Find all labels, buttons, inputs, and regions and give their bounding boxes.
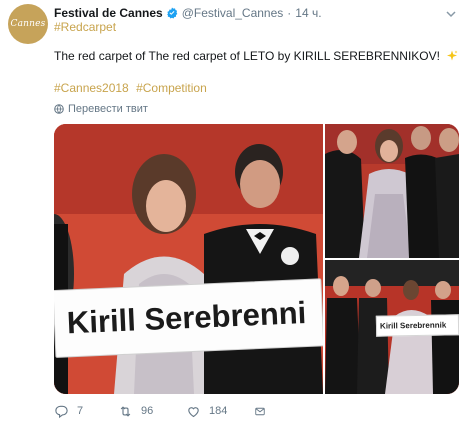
hashtag-link[interactable]: #Redcarpet	[54, 20, 116, 34]
account-handle[interactable]: @Festival_Cannes	[182, 6, 284, 20]
tweet-actions: 7 96 184	[54, 403, 274, 419]
reply-count: 7	[77, 405, 84, 417]
tweet: Cannes Festival de Cannes @Festival_Cann…	[0, 0, 467, 425]
name-sign-text: Kirill Serebrenni	[66, 295, 307, 341]
translate-tweet-link[interactable]: Перевести твит	[54, 103, 148, 115]
avatar-logo-text: Cannes	[10, 19, 46, 29]
reply-icon	[55, 405, 68, 418]
photo-top-right[interactable]	[325, 124, 459, 258]
avatar[interactable]: Cannes	[8, 4, 48, 44]
tweet-body-text: The red carpet of The red carpet of LETO…	[54, 49, 440, 63]
retweet-icon	[120, 405, 131, 417]
tweet-hashtag-line: #Redcarpet	[54, 20, 116, 34]
hashtag-link[interactable]: #Competition	[136, 81, 207, 95]
reply-button[interactable]: 7	[54, 404, 118, 419]
name-sign-text: Kirill Serebrennik	[379, 320, 447, 331]
tweet-text: The red carpet of The red carpet of LETO…	[54, 49, 458, 63]
like-button[interactable]: 184	[186, 404, 254, 419]
display-name[interactable]: Festival de Cannes	[54, 6, 163, 20]
direct-message-icon	[255, 407, 265, 415]
like-icon	[188, 406, 199, 417]
retweet-count: 96	[141, 405, 154, 417]
verified-badge-icon	[166, 7, 178, 19]
retweet-button[interactable]: 96	[118, 404, 186, 419]
translate-label: Перевести твит	[68, 103, 148, 115]
chevron-down-icon[interactable]	[445, 6, 457, 18]
direct-message-button[interactable]	[254, 404, 274, 419]
photo-main[interactable]: Kirill Serebrenni	[54, 124, 323, 394]
sparkle-icon	[446, 50, 458, 62]
tweet-header: Festival de Cannes @Festival_Cannes · 14…	[54, 5, 322, 21]
header-separator: ·	[287, 6, 292, 20]
globe-icon	[54, 104, 64, 114]
name-sign: Kirill Serebrennik	[375, 314, 459, 337]
name-sign: Kirill Serebrenni	[54, 278, 323, 358]
photo-bottom-right[interactable]: Kirill Serebrennik	[325, 260, 459, 394]
hashtag-link[interactable]: #Cannes2018	[54, 81, 129, 95]
tweet-hashtags: #Cannes2018 #Competition	[54, 81, 207, 95]
tweet-timestamp[interactable]: 14 ч.	[295, 6, 321, 20]
like-count: 184	[209, 405, 228, 417]
tweet-media-grid[interactable]: Kirill Serebrenni Kirill Serebrennik	[54, 124, 459, 394]
